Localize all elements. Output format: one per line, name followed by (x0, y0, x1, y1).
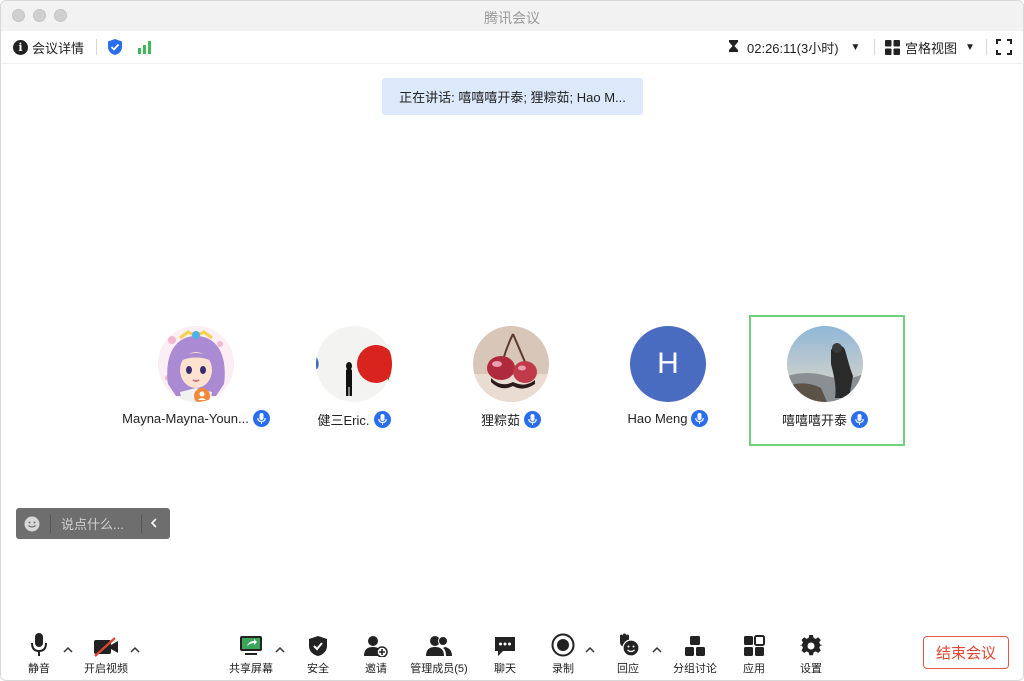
manage-members-button[interactable]: 管理成员(5) (409, 631, 469, 676)
divider (874, 39, 875, 55)
meeting-window: 腾讯会议 i 会议详情 02:26:11(3小时) ▼ 宫格视图 ▼ 正在讲话:… (0, 0, 1024, 681)
participant-name: 健三Eric. (276, 410, 432, 429)
avatar (787, 326, 863, 402)
breakout-rooms-icon (672, 631, 718, 657)
quick-chat-box[interactable]: 说点什么... (16, 508, 170, 539)
avatar (158, 326, 234, 402)
participant-tile[interactable]: H Hao Meng (590, 326, 746, 427)
avatar: H (630, 326, 706, 402)
chevron-up-icon[interactable] (275, 645, 285, 656)
participant-name: 嘻嘻嘻开泰 (747, 410, 903, 429)
view-label: 宫格视图 (905, 41, 958, 56)
video-off-icon (83, 631, 129, 657)
shield-icon (301, 631, 335, 657)
avatar (473, 326, 549, 402)
participant-tile[interactable]: 健三Eric. (276, 326, 432, 429)
divider (141, 514, 142, 533)
emoji-icon[interactable] (24, 516, 40, 532)
record-icon (547, 631, 579, 657)
security-button[interactable]: 安全 (301, 631, 335, 676)
bottom-toolbar: 静音 开启视频 共享屏幕 安全 邀请 管理成员(5) 聊天 录制 回应 分组讨论… (1, 621, 1023, 680)
members-icon (409, 631, 469, 657)
view-layout-button[interactable]: 宫格视图 ▼ (885, 38, 975, 57)
share-screen-icon (228, 631, 274, 657)
meeting-info-bar: i 会议详情 02:26:11(3小时) ▼ 宫格视图 ▼ (1, 31, 1023, 64)
window-title: 腾讯会议 (484, 10, 540, 26)
participant-tile[interactable]: Mayna-Mayna-Youn... (118, 326, 274, 427)
microphone-on-icon (691, 410, 709, 427)
participant-name: Mayna-Mayna-Youn... (118, 410, 274, 427)
title-bar: 腾讯会议 (1, 1, 1023, 32)
share-screen-button[interactable]: 共享屏幕 (228, 631, 274, 676)
reactions-button[interactable]: 回应 (612, 631, 644, 676)
duration-text: 02:26:11(3小时) (747, 41, 839, 56)
participant-tile[interactable]: 狸粽茹 (433, 326, 589, 429)
chevron-down-icon: ▼ (850, 42, 861, 53)
fullscreen-icon[interactable] (996, 39, 1012, 60)
avatar (316, 326, 392, 402)
chevron-up-icon[interactable] (130, 645, 140, 656)
chevron-up-icon[interactable] (63, 645, 73, 656)
chat-input[interactable]: 说点什么... (61, 514, 131, 533)
participant-name: 狸粽茹 (433, 410, 589, 429)
microphone-on-icon (252, 410, 270, 427)
participant-name: Hao Meng (590, 410, 746, 427)
divider (96, 39, 97, 55)
microphone-on-icon (851, 411, 868, 428)
add-user-icon (359, 631, 393, 657)
chevron-up-icon[interactable] (652, 645, 662, 656)
chevron-left-icon[interactable] (150, 516, 158, 531)
participant-tile[interactable]: 嘻嘻嘻开泰 (747, 326, 903, 429)
grid-view-icon (885, 40, 900, 55)
settings-button[interactable]: 设置 (795, 631, 827, 676)
start-video-button[interactable]: 开启视频 (83, 631, 129, 676)
chat-bubble-icon (489, 631, 521, 657)
apps-button[interactable]: 应用 (738, 631, 770, 676)
meeting-info-button[interactable]: i 会议详情 (13, 38, 84, 57)
divider (50, 514, 51, 533)
meeting-duration[interactable]: 02:26:11(3小时) ▼ (728, 38, 860, 57)
gear-icon (795, 631, 827, 657)
divider (986, 39, 987, 55)
info-icon: i (13, 40, 28, 55)
active-speakers-text: 正在讲话: 嘻嘻嘻开泰; 狸粽茹; Hao M... (399, 90, 626, 105)
chevron-up-icon[interactable] (585, 645, 595, 656)
avatar-letter: H (657, 347, 679, 380)
hourglass-icon (728, 39, 739, 56)
mute-button[interactable]: 静音 (23, 631, 55, 676)
microphone-on-icon (524, 411, 541, 428)
active-speakers-banner: 正在讲话: 嘻嘻嘻开泰; 狸粽茹; Hao M... (382, 78, 643, 115)
microphone-icon (23, 631, 55, 657)
meeting-info-label: 会议详情 (32, 41, 85, 56)
invite-button[interactable]: 邀请 (359, 631, 393, 676)
chat-button[interactable]: 聊天 (489, 631, 521, 676)
network-signal-icon[interactable] (137, 40, 153, 59)
end-meeting-button[interactable]: 结束会议 (923, 636, 1009, 669)
record-button[interactable]: 录制 (547, 631, 579, 676)
reaction-hand-icon (612, 631, 644, 657)
chevron-down-icon: ▼ (965, 42, 975, 53)
microphone-on-icon (373, 411, 391, 428)
security-shield-icon[interactable] (107, 38, 123, 61)
breakout-rooms-button[interactable]: 分组讨论 (672, 631, 718, 676)
apps-icon (738, 631, 770, 657)
